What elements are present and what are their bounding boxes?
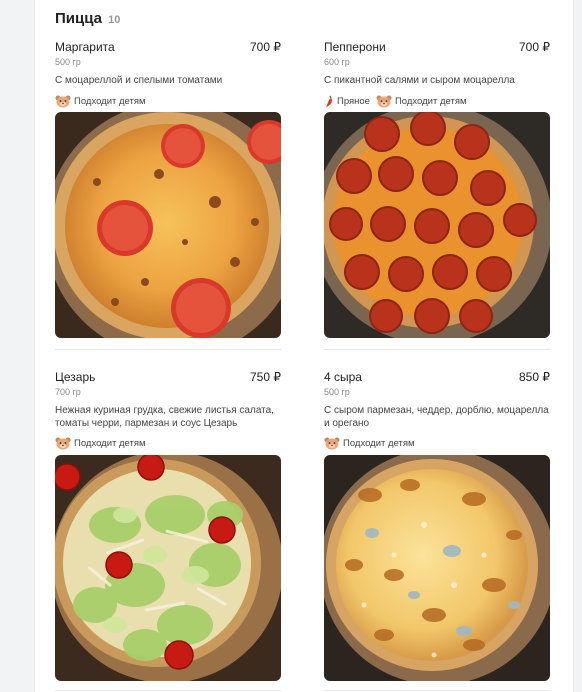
tag-kids-label: Подходит детям: [74, 95, 146, 107]
chili-pepper-icon: [324, 95, 334, 108]
card-divider: [324, 690, 550, 691]
product-weight: 600 гр: [324, 57, 350, 67]
category-title: Пицца 10: [55, 10, 120, 27]
tag-kids: Подходит детям: [55, 95, 146, 108]
product-card-margherita[interactable]: Маргарита 700 ₽ 500 гр С моцареллой и сп…: [55, 40, 281, 109]
product-card-caesar[interactable]: Цезарь 750 ₽ 700 гр Нежная куриная грудк…: [55, 370, 281, 451]
tag-kids-label: Подходит детям: [394, 95, 467, 107]
bear-icon: [55, 437, 71, 450]
tag-kids-label: Подходит детям: [74, 437, 146, 449]
product-name: Пепперони: [324, 40, 386, 54]
card-divider: [55, 349, 281, 350]
tag-spicy: Пряное: [324, 95, 370, 108]
menu-panel: Пицца 10 Маргарита 700 ₽ 500 гр С моцаре…: [34, 0, 574, 692]
product-name: Цезарь: [55, 370, 96, 384]
product-description: С сыром пармезан, чеддер, дорблю, моцаре…: [324, 405, 549, 429]
product-price: 700 ₽: [519, 40, 550, 54]
product-photo-margherita[interactable]: [55, 112, 281, 338]
bear-icon: [324, 437, 340, 450]
card-divider: [324, 349, 550, 350]
tag-kids: Подходит детям: [55, 437, 146, 450]
product-card-pepperoni[interactable]: Пепперони 700 ₽ 600 гр С пикантной салям…: [324, 40, 550, 109]
product-tags: Подходит детям: [55, 93, 281, 109]
tag-kids: Подходит детям: [324, 437, 415, 450]
product-name: 4 сыра: [324, 370, 362, 384]
product-price: 750 ₽: [250, 370, 281, 384]
product-name: Маргарита: [55, 40, 115, 54]
product-card-four-cheese[interactable]: 4 сыра 850 ₽ 500 гр С сыром пармезан, че…: [324, 370, 550, 451]
product-description: С моцареллой и спелыми томатами: [55, 75, 223, 86]
category-count: 10: [108, 14, 121, 26]
tag-kids: Подходит детям: [376, 95, 467, 108]
tag-spicy-label: Пряное: [337, 95, 370, 107]
product-description: Нежная куриная грудка, свежие листья сал…: [55, 405, 274, 429]
tag-kids-label: Подходит детям: [343, 437, 415, 449]
product-photo-four-cheese[interactable]: [324, 455, 550, 681]
product-price: 700 ₽: [250, 40, 281, 54]
product-photo-caesar[interactable]: [55, 455, 281, 681]
product-price: 850 ₽: [519, 370, 550, 384]
product-weight: 500 гр: [55, 57, 81, 67]
bear-icon: [376, 95, 392, 108]
product-weight: 500 гр: [324, 387, 350, 397]
product-photo-pepperoni[interactable]: [324, 112, 550, 338]
bear-icon: [55, 95, 71, 108]
product-tags: Подходит детям: [55, 435, 281, 451]
product-weight: 700 гр: [55, 387, 81, 397]
product-tags: Подходит детям: [324, 435, 550, 451]
category-name: Пицца: [55, 10, 102, 27]
product-tags: Пряное Подходит детям: [324, 93, 550, 109]
product-description: С пикантной салями и сыром моцарелла: [324, 75, 515, 86]
card-divider: [55, 690, 281, 691]
